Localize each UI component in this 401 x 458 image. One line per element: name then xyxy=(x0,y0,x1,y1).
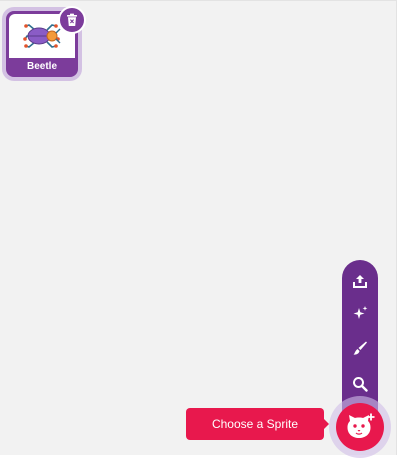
delete-sprite-button[interactable] xyxy=(58,6,86,34)
paint-sprite-button[interactable] xyxy=(342,330,378,366)
beetle-icon xyxy=(23,24,61,48)
surprise-sprite-button[interactable] xyxy=(342,295,378,331)
trash-icon xyxy=(67,13,77,26)
sprite-name-label: Beetle xyxy=(26,61,57,72)
search-icon xyxy=(353,377,368,392)
cat-face-plus-icon xyxy=(347,413,375,438)
choose-sprite-tooltip: Choose a Sprite xyxy=(186,408,324,440)
surprise-sparkle-icon xyxy=(353,306,368,319)
sprite-pane: Beetle Choose a Sprite xyxy=(0,0,397,458)
paint-brush-icon xyxy=(353,341,367,355)
choose-sprite-button[interactable] xyxy=(336,403,384,451)
upload-icon xyxy=(353,275,367,288)
upload-sprite-button[interactable] xyxy=(342,263,378,299)
